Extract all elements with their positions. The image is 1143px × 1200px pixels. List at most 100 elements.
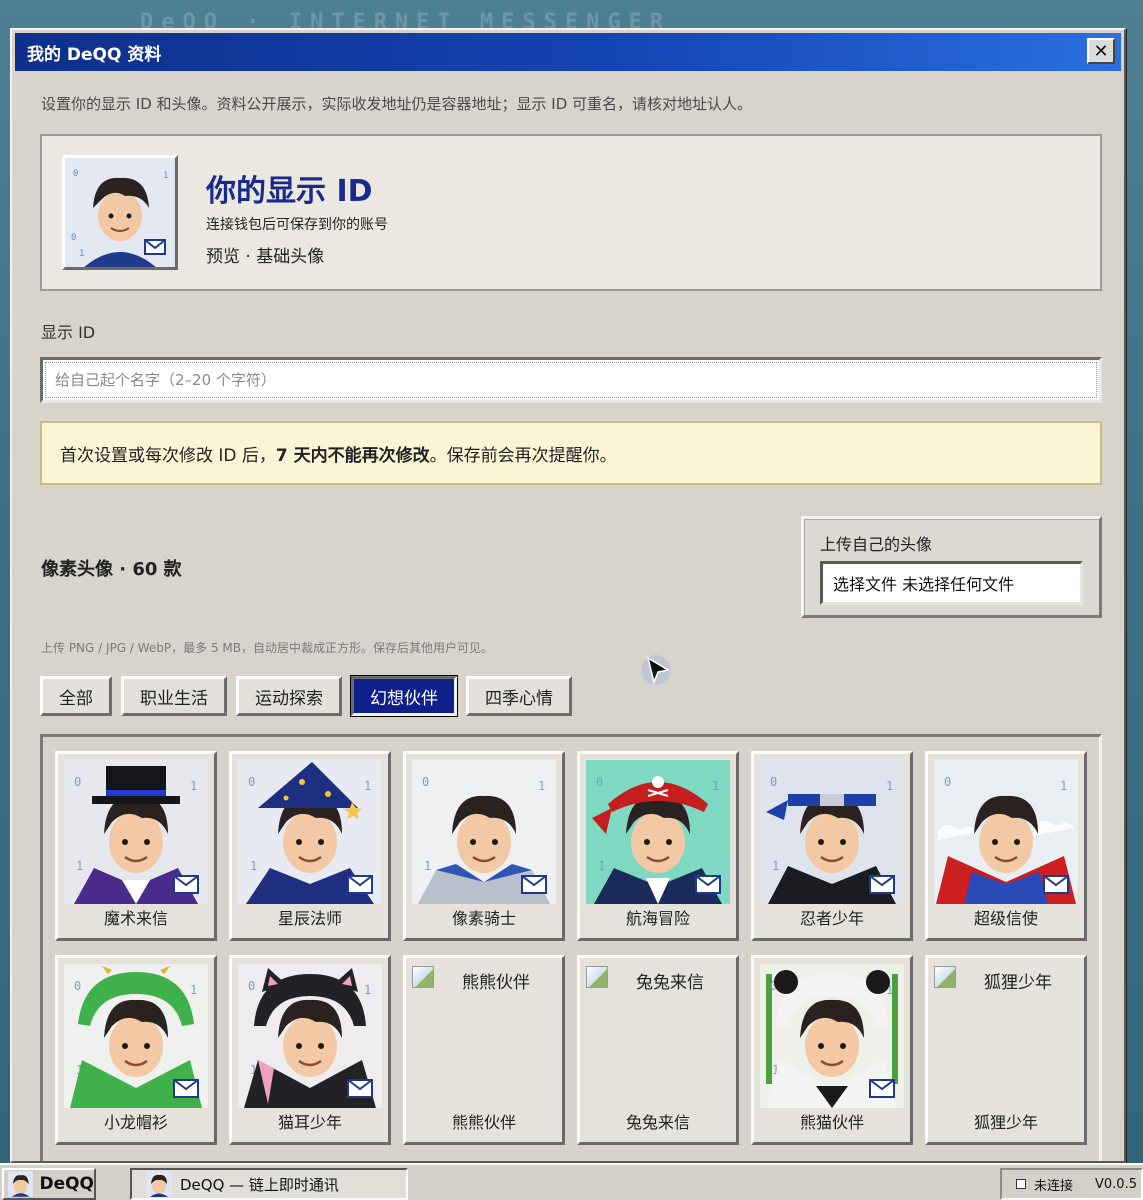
svg-text:0: 0 (596, 775, 603, 789)
broken-image: 熊熊伙伴 (412, 966, 530, 993)
display-id-input[interactable] (40, 357, 1102, 403)
svg-text:1: 1 (190, 983, 197, 997)
upload-hint: 上传 PNG / JPG / WebP，最多 5 MB，自动居中裁成正方形。保存… (41, 641, 493, 655)
category-tabs: 全部 职业生活 运动探索 幻想伙伴 四季心情 (40, 675, 572, 717)
avatar-card-bunny[interactable]: 兔兔来信 兔兔来信 (577, 955, 739, 1145)
mouse-cursor-icon (641, 655, 671, 685)
connection-status: 未连接 (1034, 1178, 1074, 1194)
svg-text:0: 0 (74, 775, 81, 789)
upload-avatar-box: 上传自己的头像 选择文件 未选择任何文件 (801, 516, 1102, 618)
svg-text:1: 1 (886, 779, 893, 793)
broken-image-icon (412, 966, 434, 988)
preview-meta: 预览 · 基础头像 (206, 247, 325, 267)
avatar-caption: 兔兔来信 (625, 1113, 690, 1132)
svg-text:1: 1 (190, 779, 197, 793)
avatar-caption: 像素骑士 (451, 909, 516, 928)
avatar-image: 0 1 1 (934, 760, 1078, 904)
avatar-card-wizard[interactable]: 0 1 1 星辰法师 (229, 751, 391, 941)
tab-4[interactable]: 四季心情 (466, 676, 572, 716)
avatar-card-ninja[interactable]: 0 1 1 忍者少年 (751, 751, 913, 941)
gallery-title: 像素头像 · 60 款 (41, 559, 182, 580)
avatar-image: 0 1 1 (238, 760, 382, 904)
notice-prefix: 首次设置或每次修改 ID 后， (60, 445, 276, 466)
tab-3[interactable]: 幻想伙伴 (350, 675, 458, 717)
avatar-image: 0 1 1 (64, 964, 208, 1108)
avatar-caption: 熊猫伙伴 (799, 1113, 864, 1132)
network-icon (1016, 1179, 1026, 1189)
avatar-card-fox[interactable]: 狐狸少年 狐狸少年 (925, 955, 1087, 1145)
svg-text:0: 0 (770, 775, 777, 789)
svg-text:0: 0 (248, 775, 255, 789)
avatar-card-magician[interactable]: 0 1 1 魔术来信 (55, 751, 217, 941)
avatar-image: 0 1 1 (238, 964, 382, 1108)
upload-label: 上传自己的头像 (820, 535, 933, 554)
svg-text:1: 1 (76, 859, 83, 873)
image-alt-text: 熊熊伙伴 (462, 973, 530, 993)
avatar-card-bear[interactable]: 熊熊伙伴 熊熊伙伴 (403, 955, 565, 1145)
taskbar: DeQQ DeQQ — 链上即时通讯 未连接 V0.0.5 (0, 1163, 1143, 1200)
cooldown-notice: 首次设置或每次修改 ID 后， 7 天内不能再次修改 。保存前会再次提醒你。 (40, 421, 1102, 485)
avatar-card-cat[interactable]: 0 1 1 猫耳少年 (229, 955, 391, 1145)
avatar-card-hero[interactable]: 0 1 1 超级信使 (925, 751, 1087, 941)
preview-title: 你的显示 ID (206, 174, 373, 209)
svg-text:1: 1 (79, 249, 84, 259)
id-preview-panel: 0 1 0 1 你的显示 ID 连接钱包后可保存到你的账号 预览 · 基础头像 (40, 134, 1102, 291)
image-alt-text: 狐狸少年 (984, 973, 1052, 993)
avatar-card-knight[interactable]: 0 1 1 像素骑士 (403, 751, 565, 941)
svg-text:0: 0 (248, 979, 255, 993)
avatar-caption: 忍者少年 (799, 909, 864, 928)
svg-text:1: 1 (538, 779, 545, 793)
svg-text:1: 1 (250, 859, 257, 873)
choose-file-button[interactable]: 选择文件 (833, 571, 897, 595)
broken-image-icon (586, 966, 608, 988)
svg-text:0: 0 (422, 775, 429, 789)
window-title: 我的 DeQQ 资料 (27, 44, 162, 65)
avatar-image: 0 1 1 (760, 964, 904, 1108)
deqq-logo-icon (8, 1171, 34, 1197)
avatar-card-panda[interactable]: 0 1 1 熊猫伙伴 (751, 955, 913, 1145)
avatar-caption: 狐狸少年 (973, 1113, 1038, 1132)
svg-text:1: 1 (163, 171, 168, 181)
window-titlebar[interactable]: 我的 DeQQ 资料 ✕ (15, 33, 1121, 71)
image-alt-text: 兔兔来信 (636, 973, 704, 993)
file-status: 未选择任何文件 (902, 575, 1015, 594)
taskbar-app-label: DeQQ — 链上即时通讯 (180, 1175, 339, 1194)
svg-text:1: 1 (1060, 779, 1067, 793)
taskbar-app-item[interactable]: DeQQ — 链上即时通讯 (130, 1168, 408, 1200)
version-label: V0.0.5 (1095, 1176, 1137, 1192)
file-input[interactable]: 选择文件 未选择任何文件 (820, 561, 1083, 605)
app-avatar-icon (146, 1171, 172, 1197)
svg-text:1: 1 (364, 983, 371, 997)
profile-window: 我的 DeQQ 资料 ✕ 设置你的显示 ID 和头像。资料公开展示，实际收发地址… (10, 28, 1126, 1163)
start-button[interactable]: DeQQ (2, 1168, 96, 1200)
system-tray: 未连接 V0.0.5 (1000, 1168, 1143, 1200)
tab-0[interactable]: 全部 (40, 676, 112, 716)
tab-1[interactable]: 职业生活 (121, 676, 227, 716)
id-field-label: 显示 ID (41, 323, 96, 342)
avatar-caption: 星辰法师 (277, 909, 342, 928)
avatar-card-pirate[interactable]: 0 1 1 航海冒险 (577, 751, 739, 941)
svg-text:1: 1 (598, 859, 605, 873)
avatar-caption: 超级信使 (973, 909, 1038, 928)
avatar-grid: 0 1 1 魔术来信 0 1 1 星辰法师 0 1 1 像素骑士 0 1 1 航… (40, 734, 1102, 1161)
svg-text:0: 0 (944, 775, 951, 789)
avatar-caption: 魔术来信 (103, 909, 168, 928)
avatar-image: 0 1 1 (586, 760, 730, 904)
svg-text:1: 1 (424, 859, 431, 873)
svg-text:0: 0 (71, 233, 76, 243)
profile-description: 设置你的显示 ID 和头像。资料公开展示，实际收发地址仍是容器地址；显示 ID … (41, 95, 753, 113)
svg-text:1: 1 (364, 779, 371, 793)
avatar-preview: 0 1 0 1 (62, 155, 178, 270)
avatar-caption: 猫耳少年 (277, 1113, 342, 1132)
tab-2[interactable]: 运动探索 (236, 676, 342, 716)
broken-image: 兔兔来信 (586, 966, 704, 993)
close-button[interactable]: ✕ (1087, 38, 1115, 64)
avatar-image: 0 1 1 (760, 760, 904, 904)
avatar-card-dragon[interactable]: 0 1 1 小龙帽衫 (55, 955, 217, 1145)
notice-bold: 7 天内不能再次修改 (275, 445, 430, 466)
broken-image-icon (934, 966, 956, 988)
avatar-image: 0 1 1 (64, 760, 208, 904)
svg-text:1: 1 (712, 779, 719, 793)
broken-image: 狐狸少年 (934, 966, 1052, 993)
svg-text:0: 0 (74, 979, 81, 993)
